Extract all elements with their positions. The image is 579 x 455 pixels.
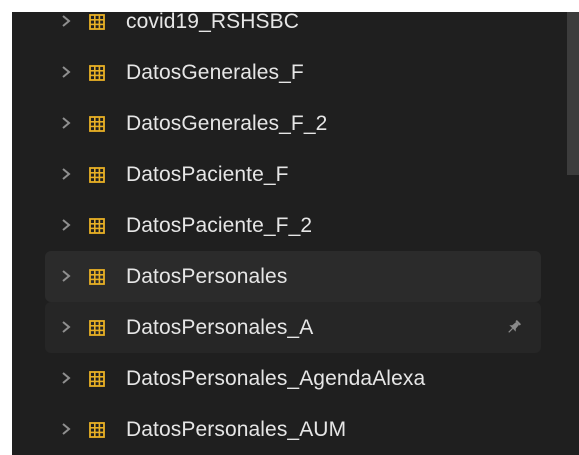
- chevron-right-icon[interactable]: [59, 13, 73, 29]
- table-icon: [89, 167, 105, 183]
- tree-item-datospaciente-f[interactable]: DatosPaciente_F: [45, 149, 541, 200]
- table-icon: [89, 116, 105, 132]
- tree-item-label: DatosPaciente_F: [126, 163, 289, 186]
- tree-item-label: DatosPersonales_AUM: [126, 418, 347, 441]
- chevron-right-icon[interactable]: [59, 115, 73, 131]
- tree-item-label: DatosPersonales_A: [126, 316, 314, 339]
- tree-item-label: DatosGenerales_F_2: [126, 112, 328, 135]
- chevron-right-icon[interactable]: [59, 166, 73, 182]
- tree-item-datospersonales-agendaalexa[interactable]: DatosPersonales_AgendaAlexa: [45, 353, 541, 404]
- table-icon: [89, 218, 105, 234]
- tree-item-label: DatosPersonales_AgendaAlexa: [126, 367, 426, 390]
- table-icon: [89, 65, 105, 81]
- chevron-right-icon[interactable]: [59, 268, 73, 284]
- table-icon: [89, 269, 105, 285]
- table-icon: [89, 371, 105, 387]
- table-explorer-panel: covid19_RSHSBC DatosGenerales_F DatosGen…: [12, 12, 579, 455]
- tree-item-label: covid19_RSHSBC: [126, 12, 299, 33]
- tree-item-datosgenerales-f[interactable]: DatosGenerales_F: [45, 47, 541, 98]
- tree-item-label: DatosGenerales_F: [126, 61, 304, 84]
- chevron-right-icon[interactable]: [59, 64, 73, 80]
- scrollbar-thumb[interactable]: [567, 12, 579, 175]
- table-tree: covid19_RSHSBC DatosGenerales_F DatosGen…: [12, 12, 567, 455]
- pin-icon[interactable]: [505, 318, 523, 336]
- table-icon: [89, 14, 105, 30]
- table-icon: [89, 422, 105, 438]
- table-icon: [89, 320, 105, 336]
- chevron-right-icon[interactable]: [59, 319, 73, 335]
- tree-item-datosgenerales-f-2[interactable]: DatosGenerales_F_2: [45, 98, 541, 149]
- chevron-right-icon[interactable]: [59, 217, 73, 233]
- tree-item-datospersonales-a[interactable]: DatosPersonales_A: [45, 302, 541, 353]
- tree-item-label: DatosPaciente_F_2: [126, 214, 313, 237]
- tree-item-datospersonales[interactable]: DatosPersonales: [45, 251, 541, 302]
- tree-item-datospaciente-f-2[interactable]: DatosPaciente_F_2: [45, 200, 541, 251]
- chevron-right-icon[interactable]: [59, 370, 73, 386]
- tree-item-datospersonales-aum[interactable]: DatosPersonales_AUM: [45, 404, 541, 455]
- chevron-right-icon[interactable]: [59, 421, 73, 437]
- tree-item-label: DatosPersonales: [126, 265, 288, 288]
- tree-item-covid19-rshsbc[interactable]: covid19_RSHSBC: [45, 12, 541, 47]
